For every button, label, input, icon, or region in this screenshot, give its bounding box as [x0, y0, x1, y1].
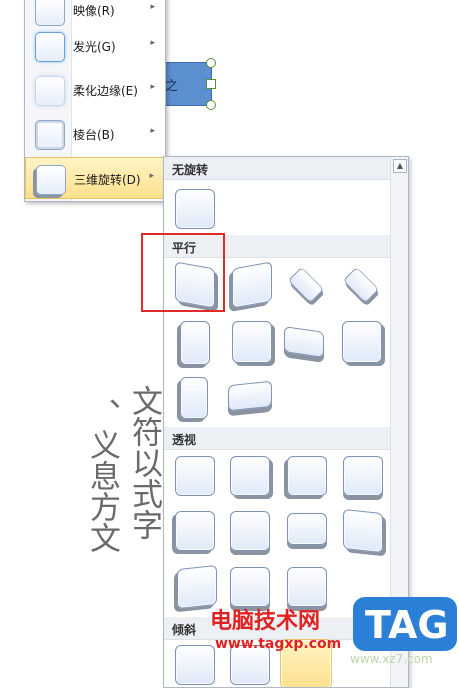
document-vertical-text: 文符以式字 [126, 385, 162, 540]
selected-text-shape[interactable]: 之 [160, 58, 216, 110]
preset-perspective-4[interactable] [343, 456, 383, 496]
section-header-perspective: 透视 [164, 427, 390, 450]
preset-parallel-8[interactable] [342, 321, 382, 363]
preset-perspective-1[interactable] [175, 456, 215, 496]
section-header-no-rotation: 无旋转 [164, 157, 390, 180]
preset-perspective-10[interactable] [230, 567, 270, 607]
preset-parallel-5[interactable] [180, 321, 210, 365]
3d-rotation-icon [36, 165, 66, 195]
preset-parallel-4[interactable] [342, 266, 380, 304]
preset-parallel-10[interactable] [228, 380, 272, 412]
section-label: 无旋转 [172, 163, 209, 177]
watermark-title: 电脑技术网 [210, 609, 321, 634]
submenu-arrow-icon: ▸ [150, 126, 155, 136]
watermark-faint-url: www.xz7.com [350, 652, 433, 666]
submenu-arrow-icon: ▸ [150, 38, 155, 48]
preset-perspective-7[interactable] [287, 513, 327, 545]
menu-item-label: 三维旋转(D) [74, 173, 141, 187]
preset-no-rotation[interactable] [175, 189, 215, 229]
resize-handle[interactable] [206, 100, 216, 110]
preset-parallel-9[interactable] [180, 377, 208, 419]
section-label: 透视 [172, 433, 197, 447]
resize-handle[interactable] [206, 58, 216, 68]
menu-item-bevel[interactable]: 棱台(B) ▸ [25, 113, 165, 155]
highlight-box [141, 233, 225, 312]
menu-item-glow[interactable]: 发光(G) ▸ [25, 25, 165, 67]
menu-item-3d-rotation[interactable]: 三维旋转(D) ▸ [25, 157, 165, 199]
menu-item-soft-edges[interactable]: 柔化边缘(E) ▸ [25, 69, 165, 111]
preset-parallel-6[interactable] [232, 321, 272, 363]
preset-perspective-2[interactable] [230, 456, 270, 496]
scroll-up-icon[interactable]: ▲ [393, 159, 407, 173]
preset-parallel-7[interactable] [284, 326, 324, 358]
preset-perspective-11[interactable] [287, 567, 327, 607]
submenu-arrow-icon: ▸ [150, 2, 155, 12]
menu-item-label: 柔化边缘(E) [73, 84, 138, 98]
section-label: 倾斜 [172, 623, 197, 637]
bevel-icon [35, 120, 65, 150]
shape-text: 之 [165, 79, 179, 94]
submenu-arrow-icon: ▸ [149, 171, 154, 181]
preset-parallel-2[interactable] [232, 261, 272, 309]
preset-perspective-6[interactable] [230, 511, 270, 551]
preset-perspective-8[interactable] [343, 508, 383, 554]
document-vertical-text: 、义息方文 [84, 398, 120, 553]
logo-text: TAG [365, 603, 449, 647]
shape-effects-menu: 映像(R) ▸ 发光(G) ▸ 柔化边缘(E) ▸ 棱台(B) ▸ 三维旋转(D… [24, 0, 166, 202]
menu-item-label: 映像(R) [73, 4, 115, 18]
glow-icon [35, 32, 65, 62]
resize-handle[interactable] [206, 79, 216, 89]
submenu-arrow-icon: ▸ [150, 82, 155, 92]
preset-perspective-5[interactable] [175, 511, 215, 551]
menu-item-label: 发光(G) [73, 40, 116, 54]
watermark-logo: TAG [353, 597, 457, 651]
preset-perspective-3[interactable] [287, 456, 327, 496]
soft-edges-icon [35, 76, 65, 106]
reflection-icon [35, 0, 65, 26]
watermark-url: www.tagxp.com [215, 636, 342, 652]
preset-oblique-1[interactable] [175, 645, 215, 685]
menu-item-label: 棱台(B) [73, 128, 115, 142]
preset-parallel-3[interactable] [287, 266, 325, 304]
